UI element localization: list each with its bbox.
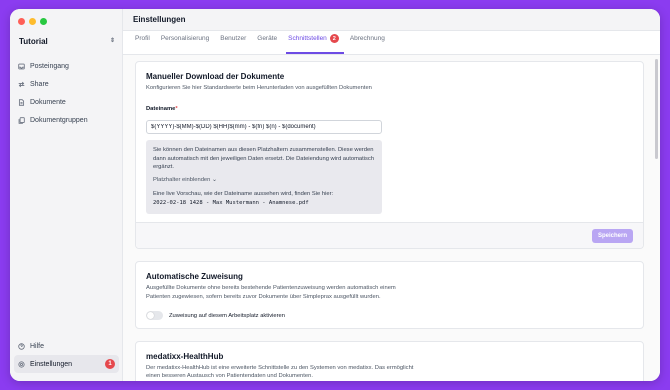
toggle-label: Platzhalter einblenden [153,176,211,183]
auto-assign-card: Automatische Zuweisung Ausgefüllte Dokum… [135,261,644,330]
main-content: Einstellungen Profil Personalisierung Be… [123,9,660,381]
maximize-window-button[interactable] [40,18,47,25]
tab-label: Personalisierung [160,35,210,42]
filename-label-text: Dateiname [146,106,176,113]
save-button[interactable]: Speichern [591,228,633,243]
tab-schnittstellen[interactable]: Schnittstellen 2 [286,30,344,54]
app-window: Tutorial ⇕ Posteingang Share Dokumente D… [10,9,660,381]
tab-badge: 2 [329,34,339,43]
switch-label: Zuweisung auf diesem Arbeitsplatz aktivi… [169,312,285,319]
inbox-icon [18,63,25,69]
tab-personalisierung[interactable]: Personalisierung [159,30,214,54]
settings-tabs: Profil Personalisierung Benutzer Geräte … [123,31,660,55]
required-mark: * [175,106,178,113]
chevron-down-icon: ⌄ [212,176,217,183]
healthhub-card: medatixx-HealthHub Der medatixx-HealthHu… [135,341,644,381]
tab-abrechnung[interactable]: Abrechnung [348,30,390,54]
sidebar-item-label: Einstellungen [30,360,73,368]
help-icon [18,342,25,350]
workspace-name: Tutorial [19,36,48,46]
sidebar: Tutorial ⇕ Posteingang Share Dokumente D… [10,9,123,381]
sidebar-item-label: Share [30,80,49,88]
sidebar-item-einstellungen[interactable]: Einstellungen 1 [14,355,119,373]
sidebar-item-label: Posteingang [30,62,69,70]
filename-label: Dateiname* [146,106,633,112]
tab-label: Schnittstellen [288,35,327,42]
sidebar-item-dokumentgruppen[interactable]: Dokumentgruppen [10,111,123,129]
download-settings-card: Manueller Download der Dokumente Konfigu… [135,61,644,250]
sidebar-item-dokumente[interactable]: Dokumente [10,93,123,111]
document-group-icon [18,116,25,124]
filename-preview: 2022-02-18 1428 - Max Mustermann - Anamn… [153,200,309,207]
tab-label: Abrechnung [349,35,385,42]
minimize-window-button[interactable] [29,18,36,25]
card-description: Der medatixx-HealthHub ist eine erweiter… [146,365,414,380]
card-title: Manueller Download der Dokumente [146,72,285,81]
sidebar-item-share[interactable]: Share [10,75,123,93]
filename-input[interactable] [146,120,382,135]
show-placeholders-toggle[interactable]: Platzhalter einblenden ⌄ [153,176,375,184]
card-footer: Speichern [136,222,643,249]
sidebar-item-label: Hilfe [30,342,45,350]
sidebar-item-hilfe[interactable]: Hilfe [14,337,119,355]
card-title: Automatische Zuweisung [146,272,243,282]
tab-geraete[interactable]: Geräte [255,30,282,54]
close-window-button[interactable] [18,18,25,25]
settings-content: Manueller Download der Dokumente Konfigu… [123,55,660,381]
sidebar-item-posteingang[interactable]: Posteingang [10,57,123,75]
workspace-switcher[interactable]: Tutorial ⇕ [19,35,115,47]
card-title: medatixx-HealthHub [146,352,224,362]
assign-toggle-switch[interactable] [146,311,163,321]
scrollbar[interactable] [655,59,658,159]
assign-switch-row: Zuweisung auf diesem Arbeitsplatz aktivi… [146,311,633,321]
document-icon [18,98,25,106]
share-icon [18,81,25,87]
notification-badge: 1 [105,359,115,369]
tab-label: Geräte [257,35,278,42]
sidebar-bottom-nav: Hilfe Einstellungen 1 [10,337,123,373]
hint-text: Sie können den Dateinamen aus diesen Pla… [153,147,375,171]
settings-icon [18,360,25,368]
window-controls [18,18,47,25]
chevron-up-down-icon: ⇕ [109,38,115,44]
preview-label: Eine live Vorschau, wie der Dateiname au… [153,190,334,197]
sidebar-nav: Posteingang Share Dokumente Dokumentgrup… [10,57,123,129]
card-description: Ausgefüllte Dokumente ohne bereits beste… [146,285,396,300]
sidebar-item-label: Dokumentgruppen [30,116,88,124]
placeholder-hint-box: Sie können den Dateinamen aus diesen Pla… [146,140,382,215]
tab-benutzer[interactable]: Benutzer [218,30,251,54]
card-description: Konfigurieren Sie hier Standardwerte bei… [146,85,372,91]
page-title: Einstellungen [133,15,186,24]
page-header: Einstellungen [123,9,660,31]
tab-label: Benutzer [220,35,247,42]
tab-profil[interactable]: Profil [133,30,155,54]
sidebar-item-label: Dokumente [30,98,66,106]
tab-label: Profil [135,35,150,42]
